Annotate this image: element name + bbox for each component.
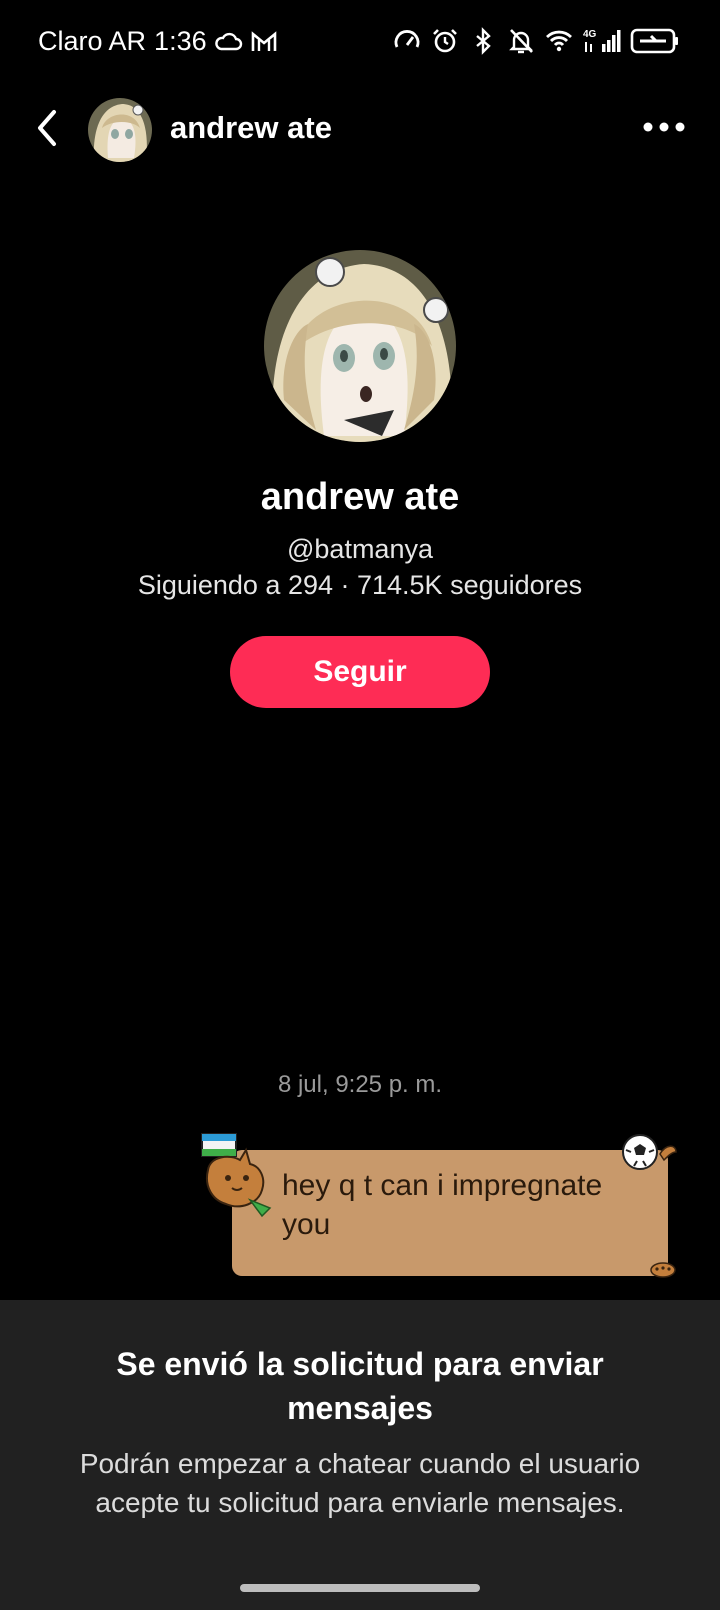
message-timestamp: 8 jul, 9:25 p. m. [277, 1071, 443, 1098]
request-sent-sheet: Se envió la solicitud para enviar mensaj… [0, 1300, 720, 1610]
soccer-ball-sticker-icon [620, 1130, 680, 1180]
battery-icon [630, 26, 680, 56]
carrier-label: Claro AR [38, 26, 147, 56]
sheet-body: Podrán empezar a chatear cuando el usuar… [79, 1448, 641, 1518]
chat-header: andrew ate [0, 92, 720, 168]
wifi-icon [544, 26, 574, 56]
bubble-background: hey q t can i impregnate you [232, 1150, 668, 1276]
profile-name: andrew ate [260, 476, 460, 518]
svg-text:4G: 4G [583, 29, 597, 40]
message-bubble[interactable]: hey q t can i impregnate you [200, 1130, 700, 1280]
clock: 1:36 [154, 26, 207, 56]
cat-flag-sticker-icon [200, 1130, 276, 1222]
paw-sticker-icon [648, 1258, 678, 1278]
speedometer-icon [392, 26, 422, 56]
back-button[interactable] [28, 106, 68, 150]
bluetooth-icon [468, 26, 498, 56]
status-right: 4G [392, 26, 680, 56]
profile-avatar[interactable] [264, 250, 456, 442]
cloud-icon [213, 27, 243, 57]
status-left: Claro AR 1:36 [38, 26, 279, 57]
gmail-icon [249, 27, 279, 57]
alarm-icon [430, 26, 460, 56]
mute-icon [506, 26, 536, 56]
profile-stats: Siguiendo a 294 · 714.5K seguidores [137, 570, 583, 600]
message-text: hey q t can i impregnate you [282, 1169, 603, 1241]
header-avatar[interactable] [88, 98, 152, 162]
profile-handle: @batmanya [287, 534, 433, 564]
signal-icon: 4G [582, 26, 622, 56]
status-bar: Claro AR 1:36 4G [0, 0, 720, 84]
follow-button[interactable]: Seguir [230, 636, 490, 708]
header-name[interactable]: andrew ate [170, 110, 332, 146]
home-indicator[interactable] [240, 1584, 480, 1592]
sheet-title: Se envió la solicitud para enviar mensaj… [116, 1346, 604, 1426]
more-options-button[interactable] [642, 116, 686, 138]
